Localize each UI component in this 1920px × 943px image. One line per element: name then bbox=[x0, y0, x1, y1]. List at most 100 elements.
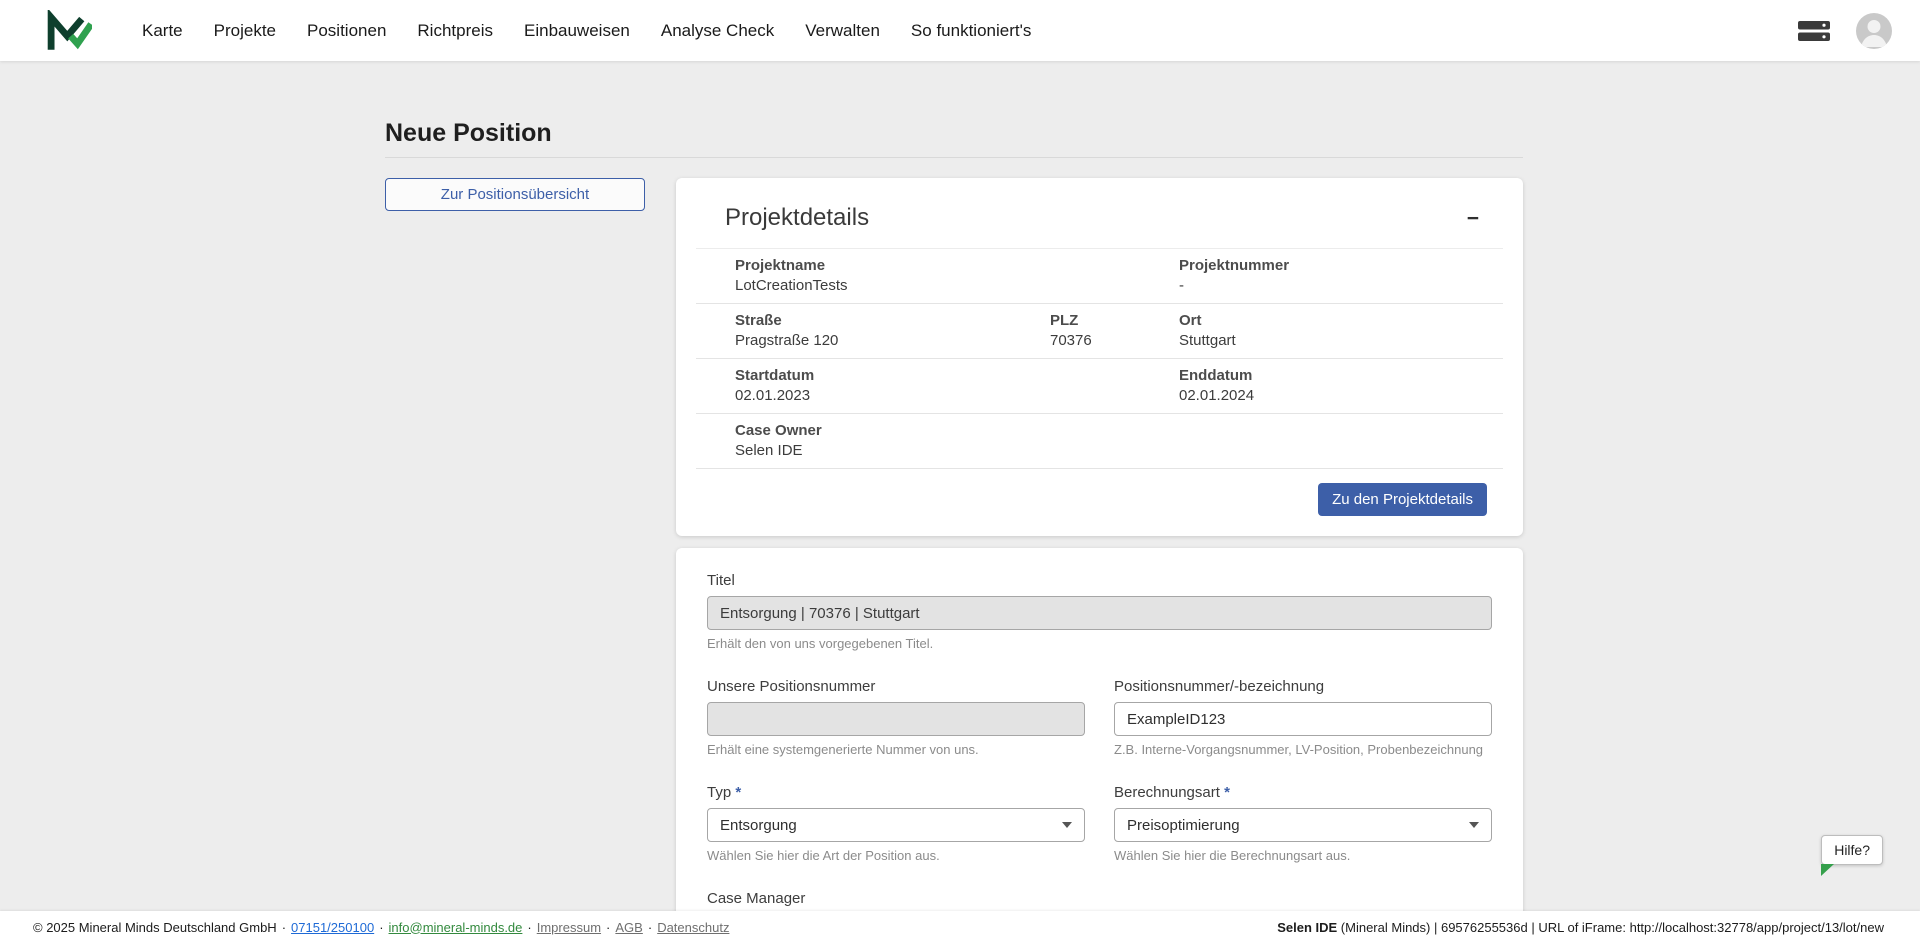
server-icon[interactable] bbox=[1798, 21, 1830, 41]
positionsnummer-label: Unsere Positionsnummer bbox=[707, 678, 1085, 696]
session-info: Selen IDE (Mineral Minds) | 69576255536d… bbox=[1277, 920, 1884, 935]
separator: · bbox=[527, 920, 531, 935]
bezeichnung-help-text: Z.B. Interne-Vorgangsnummer, LV-Position… bbox=[1114, 742, 1492, 758]
help-bubble-tail bbox=[1821, 864, 1834, 876]
zur-positionsuebersicht-button[interactable]: Zur Positionsübersicht bbox=[385, 178, 645, 211]
startdatum-cell: Startdatum 02.01.2023 bbox=[735, 367, 1050, 405]
nav-richtpreis[interactable]: Richtpreis bbox=[417, 21, 493, 41]
main-content: Neue Position Zur Positionsübersicht Pro… bbox=[0, 61, 1920, 943]
zu-den-projektdetails-button[interactable]: Zu den Projektdetails bbox=[1318, 483, 1487, 516]
email-link[interactable]: info@mineral-minds.de bbox=[389, 920, 523, 935]
session-user: Selen IDE bbox=[1277, 920, 1337, 935]
projektnummer-cell: Projektnummer - bbox=[1179, 257, 1464, 295]
nav-verwalten[interactable]: Verwalten bbox=[805, 21, 880, 41]
startdatum-label: Startdatum bbox=[735, 367, 1050, 385]
positionsnummer-help-text: Erhält eine systemgenerierte Nummer von … bbox=[707, 742, 1085, 758]
titel-input bbox=[707, 596, 1492, 630]
separator: · bbox=[606, 920, 610, 935]
table-row: Projektname LotCreationTests Projektnumm… bbox=[696, 249, 1503, 304]
projektname-value: LotCreationTests bbox=[735, 277, 1050, 295]
berechnungsart-select[interactable]: Preisoptimierung bbox=[1114, 808, 1492, 842]
projektnummer-label: Projektnummer bbox=[1179, 257, 1464, 275]
project-details-table: Projektname LotCreationTests Projektnumm… bbox=[696, 248, 1503, 469]
berechnungsart-label: Berechnungsart * bbox=[1114, 784, 1492, 802]
projektdetails-title: Projektdetails bbox=[725, 204, 869, 232]
bezeichnung-field: Positionsnummer/-bezeichnung Z.B. Intern… bbox=[1114, 678, 1492, 758]
plz-cell: PLZ 70376 bbox=[1050, 312, 1179, 350]
separator: · bbox=[648, 920, 652, 935]
bezeichnung-input[interactable] bbox=[1114, 702, 1492, 736]
right-column: Projektdetails − Projektname LotCreation… bbox=[676, 178, 1523, 943]
separator: · bbox=[282, 920, 286, 935]
phone-link[interactable]: 07151/250100 bbox=[291, 920, 374, 935]
bezeichnung-label: Positionsnummer/-bezeichnung bbox=[1114, 678, 1492, 696]
enddatum-label: Enddatum bbox=[1179, 367, 1464, 385]
ort-label: Ort bbox=[1179, 312, 1464, 330]
impressum-link[interactable]: Impressum bbox=[537, 920, 601, 935]
projektnummer-value: - bbox=[1179, 277, 1464, 295]
chevron-down-icon bbox=[1469, 822, 1479, 828]
berechnungsart-select-value: Preisoptimierung bbox=[1127, 817, 1240, 834]
plz-label: PLZ bbox=[1050, 312, 1179, 330]
left-column: Zur Positionsübersicht bbox=[385, 178, 645, 211]
nav-karte[interactable]: Karte bbox=[142, 21, 183, 41]
berechnungsart-help-text: Wählen Sie hier die Berechnungsart aus. bbox=[1114, 848, 1492, 864]
ort-cell: Ort Stuttgart bbox=[1179, 312, 1464, 350]
nav-positionen[interactable]: Positionen bbox=[307, 21, 386, 41]
typ-field: Typ * Entsorgung Wählen Sie hier die Art… bbox=[707, 784, 1085, 864]
logo-icon bbox=[46, 10, 92, 52]
projektname-label: Projektname bbox=[735, 257, 1050, 275]
copyright-text: © 2025 Mineral Minds Deutschland GmbH bbox=[33, 920, 277, 935]
typ-select-value: Entsorgung bbox=[720, 817, 797, 834]
chevron-down-icon bbox=[1062, 822, 1072, 828]
table-row: Case Owner Selen IDE bbox=[696, 414, 1503, 469]
strasse-value: Pragstraße 120 bbox=[735, 332, 1050, 350]
table-row: Straße Pragstraße 120 PLZ 70376 Ort Stut… bbox=[696, 304, 1503, 359]
titel-label: Titel bbox=[707, 572, 1492, 590]
plz-value: 70376 bbox=[1050, 332, 1179, 350]
required-asterisk: * bbox=[1224, 784, 1230, 801]
footer-left: © 2025 Mineral Minds Deutschland GmbH · … bbox=[33, 920, 729, 935]
separator: · bbox=[379, 920, 383, 935]
mineral-minds-logo[interactable] bbox=[46, 10, 92, 52]
positionsnummer-input bbox=[707, 702, 1085, 736]
agb-link[interactable]: AGB bbox=[615, 920, 642, 935]
required-asterisk: * bbox=[735, 784, 741, 801]
nav-projekte[interactable]: Projekte bbox=[214, 21, 276, 41]
ort-value: Stuttgart bbox=[1179, 332, 1464, 350]
user-avatar[interactable] bbox=[1856, 13, 1892, 49]
help-button[interactable]: Hilfe? bbox=[1821, 835, 1883, 865]
nav-analyse-check[interactable]: Analyse Check bbox=[661, 21, 774, 41]
case-owner-value: Selen IDE bbox=[735, 442, 1050, 460]
title-block: Neue Position bbox=[385, 119, 1523, 158]
strasse-cell: Straße Pragstraße 120 bbox=[735, 312, 1050, 350]
positionsnummer-field: Unsere Positionsnummer Erhält eine syste… bbox=[707, 678, 1085, 758]
startdatum-value: 02.01.2023 bbox=[735, 387, 1050, 405]
table-row: Startdatum 02.01.2023 Enddatum 02.01.202… bbox=[696, 359, 1503, 414]
projektname-cell: Projektname LotCreationTests bbox=[735, 257, 1050, 295]
titel-field: Titel Erhält den von uns vorgegebenen Ti… bbox=[707, 572, 1492, 652]
titel-help-text: Erhält den von uns vorgegebenen Titel. bbox=[707, 636, 1492, 652]
person-icon bbox=[1856, 13, 1892, 49]
datenschutz-link[interactable]: Datenschutz bbox=[657, 920, 729, 935]
top-navigation: Karte Projekte Positionen Richtpreis Ein… bbox=[0, 0, 1920, 61]
typ-select[interactable]: Entsorgung bbox=[707, 808, 1085, 842]
page-title: Neue Position bbox=[385, 119, 1523, 148]
case-owner-label: Case Owner bbox=[735, 422, 1050, 440]
typ-label: Typ * bbox=[707, 784, 1085, 802]
position-form-card: Titel Erhält den von uns vorgegebenen Ti… bbox=[676, 548, 1523, 943]
strasse-label: Straße bbox=[735, 312, 1050, 330]
nav-einbauweisen[interactable]: Einbauweisen bbox=[524, 21, 630, 41]
typ-help-text: Wählen Sie hier die Art der Position aus… bbox=[707, 848, 1085, 864]
enddatum-value: 02.01.2024 bbox=[1179, 387, 1464, 405]
projektdetails-card: Projektdetails − Projektname LotCreation… bbox=[676, 178, 1523, 536]
footer: © 2025 Mineral Minds Deutschland GmbH · … bbox=[0, 911, 1920, 943]
help-button-label: Hilfe? bbox=[1834, 842, 1870, 858]
main-menu: Karte Projekte Positionen Richtpreis Ein… bbox=[142, 21, 1031, 41]
collapse-icon[interactable]: − bbox=[1459, 208, 1487, 229]
nav-right-icons bbox=[1798, 13, 1892, 49]
session-details: (Mineral Minds) | 69576255536d | URL of … bbox=[1337, 920, 1884, 935]
enddatum-cell: Enddatum 02.01.2024 bbox=[1179, 367, 1464, 405]
case-manager-label: Case Manager bbox=[707, 890, 1492, 908]
nav-so-funktionierts[interactable]: So funktioniert's bbox=[911, 21, 1031, 41]
